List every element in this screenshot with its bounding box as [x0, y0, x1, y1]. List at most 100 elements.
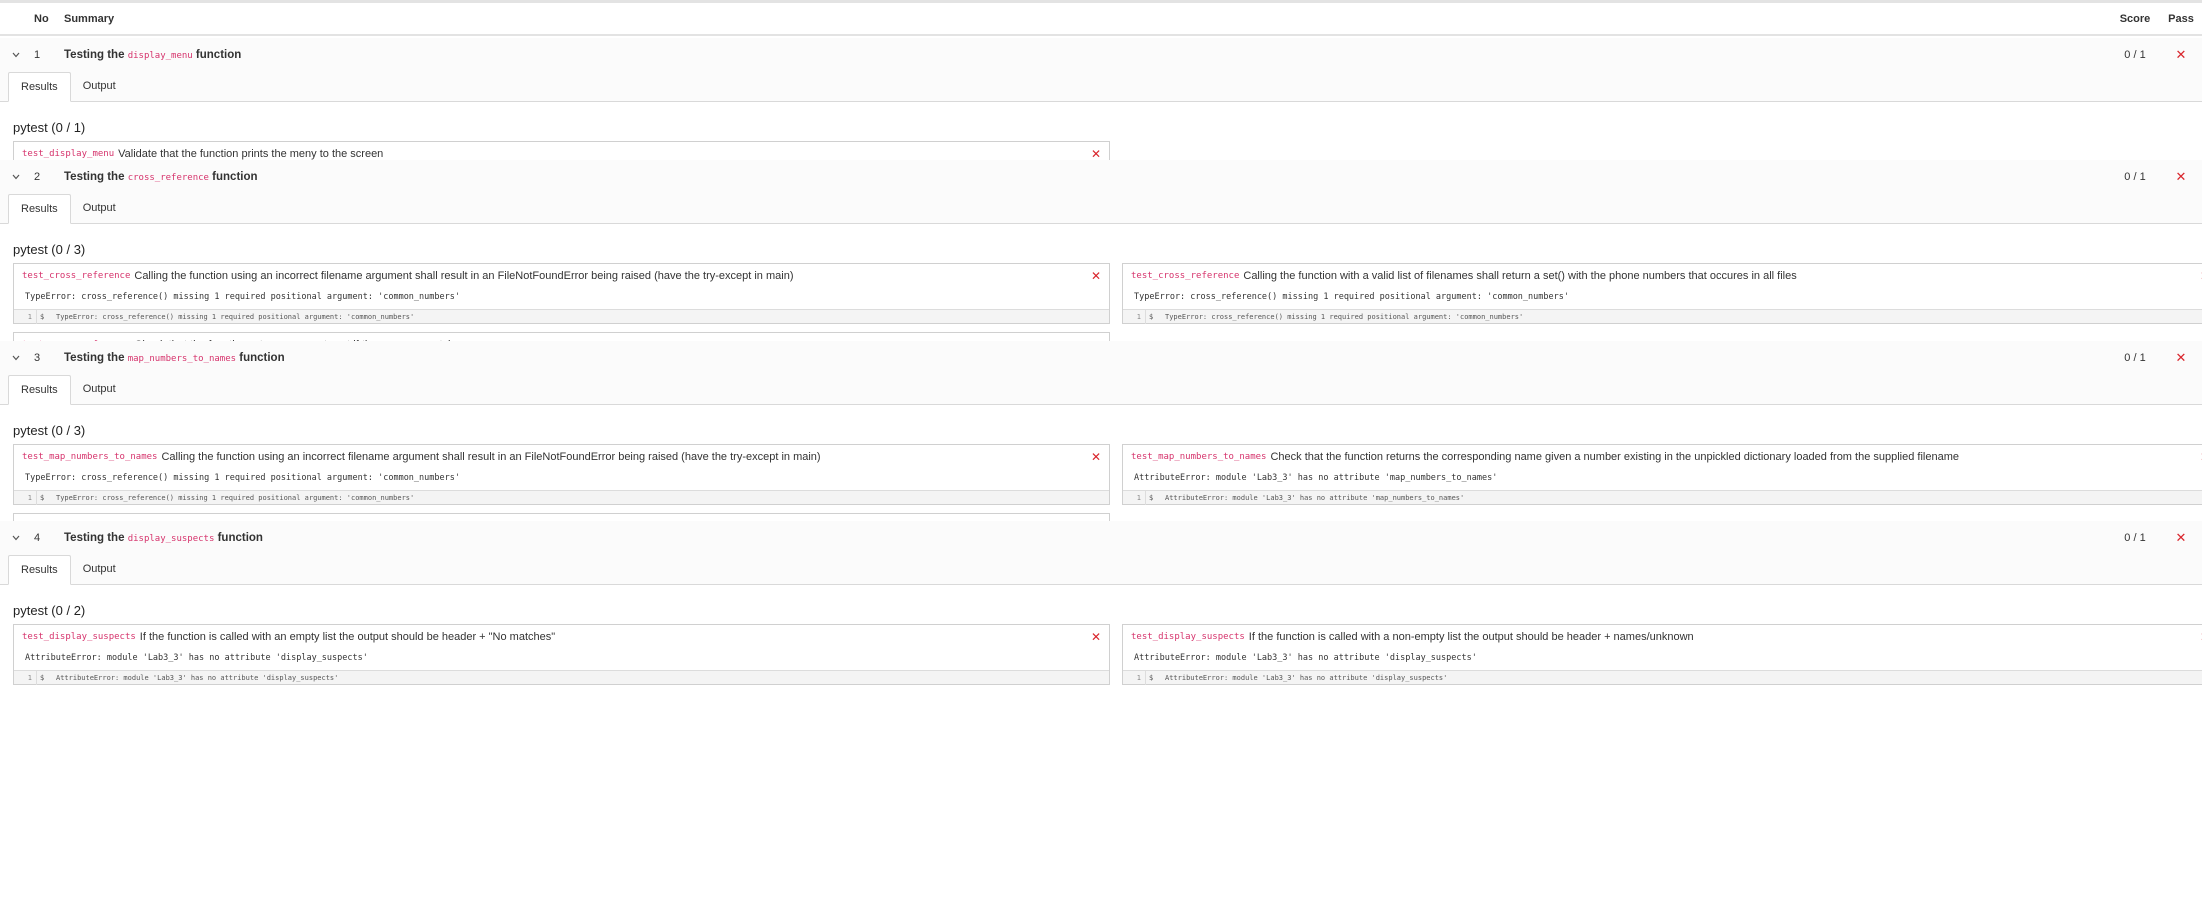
test-card: test_display_suspects If the function is … — [1122, 624, 2202, 685]
test-name: test_cross_reference — [22, 271, 131, 281]
test-description: Calling the function with a valid list o… — [1243, 270, 1797, 282]
pytest-summary: pytest (0 / 3) — [13, 242, 86, 257]
test-card-grid: test_display_suspects If the function is … — [13, 624, 2202, 685]
pytest-summary: pytest (0 / 3) — [13, 423, 86, 438]
tab-output[interactable]: Output — [71, 554, 128, 584]
tab-results[interactable]: Results — [8, 194, 71, 224]
header-score: Score — [2119, 12, 2151, 25]
trace-text: TypeError: cross_reference() missing 1 r… — [56, 312, 415, 321]
pytest-summary: pytest (0 / 1) — [13, 120, 86, 135]
error-message: TypeError: cross_reference() missing 1 r… — [25, 292, 460, 302]
error-message: AttributeError: module 'Lab3_3' has no a… — [25, 653, 368, 663]
header-no: No — [34, 12, 49, 25]
title-prefix: Testing the — [64, 49, 128, 61]
test-name: test_display_suspects — [22, 632, 136, 642]
test-section: 1 Testing the display_menu function 0 / 1 ✕… — [0, 38, 2202, 202]
chevron-down-icon[interactable] — [0, 50, 26, 61]
title-suffix: function — [214, 532, 263, 544]
test-card-header: test_display_suspects If the function is … — [14, 625, 1109, 649]
tab-results[interactable]: Results — [8, 375, 71, 405]
test-section: 4 Testing the display_suspects function 0 … — [0, 521, 2202, 685]
trace-text: AttributeError: module 'Lab3_3' has no a… — [1165, 673, 1448, 682]
test-card-header: test_map_numbers_to_namesCheck that the … — [1123, 445, 2202, 469]
prompt-symbol: $ — [1145, 490, 1165, 505]
trace-line: 1 $TypeError: cross_reference() missing 1… — [14, 490, 1109, 505]
test-description: If the function is called with an empty … — [139, 631, 556, 643]
prompt-symbol: $ — [1145, 309, 1165, 324]
test-card-header: test_map_numbers_to_names Calling the fun… — [14, 445, 1109, 469]
section-title: Testing the display_suspects function — [64, 532, 2106, 544]
tab-output[interactable]: Output — [71, 71, 128, 101]
pytest-summary: pytest (0 / 2) — [13, 603, 86, 618]
prompt-symbol: $ — [1145, 670, 1165, 685]
tab-bar: Results Output — [0, 375, 2202, 405]
section-row[interactable]: 3 Testing the map_numbers_to_names functi… — [0, 341, 2202, 375]
results-panel: pytest (0 / 2) test_display_suspects If th… — [0, 585, 2202, 685]
trace-line: 1 $AttributeError: module 'Lab3_3' has no… — [14, 670, 1109, 685]
tab-bar: Results Output — [0, 555, 2202, 585]
test-card-header: test_cross_reference Calling the function… — [14, 264, 1109, 288]
section-score: 0 / 1 — [2124, 49, 2146, 61]
tab-output[interactable]: Output — [71, 374, 128, 404]
section-number: 1 — [34, 49, 41, 61]
tab-output[interactable]: Output — [71, 193, 128, 223]
trace-line: 1 $AttributeError: module 'Lab3_3' has no… — [1123, 490, 2202, 505]
section-row[interactable]: 1 Testing the display_menu function 0 / 1 ✕ — [0, 38, 2202, 72]
section-title: Testing the cross_reference function — [64, 171, 2106, 183]
error-message: TypeError: cross_reference() missing 1 r… — [25, 473, 460, 483]
test-card: test_cross_reference Calling the function… — [1122, 263, 2202, 324]
close-icon: ✕ — [2198, 630, 2202, 644]
tab-bar: Results Output — [0, 194, 2202, 224]
chevron-down-icon[interactable] — [0, 172, 26, 183]
header-summary: Summary — [64, 12, 115, 25]
trace-text: AttributeError: module 'Lab3_3' has no a… — [1165, 493, 1465, 502]
prompt-symbol: $ — [36, 309, 56, 324]
test-name: test_map_numbers_to_names — [22, 452, 158, 462]
function-name: map_numbers_to_names — [127, 354, 237, 364]
test-card-header: test_cross_reference Calling the function… — [1123, 264, 2202, 288]
trace-line: 1 $TypeError: cross_reference() missing 1… — [1123, 309, 2202, 324]
header-pass: Pass — [2168, 12, 2194, 25]
function-name: cross_reference — [127, 173, 209, 183]
section-row[interactable]: 4 Testing the display_suspects function 0 … — [0, 521, 2202, 555]
chevron-down-icon[interactable] — [0, 353, 26, 364]
trace-line: 1 $TypeError: cross_reference() missing 1… — [14, 309, 1109, 324]
close-icon: ✕ — [2175, 350, 2187, 365]
test-name: test_map_numbers_to_names — [1131, 452, 1267, 462]
test-name: test_display_menu — [22, 149, 115, 159]
function-name: display_menu — [127, 51, 193, 61]
title-suffix: function — [208, 171, 258, 183]
error-message: AttributeError: module 'Lab3_3' has no a… — [1134, 653, 1477, 663]
line-number: 1 — [27, 673, 32, 682]
test-card: test_display_suspects If the function is … — [13, 624, 1110, 685]
section-row[interactable]: 2 Testing the cross_reference function 0 /… — [0, 160, 2202, 194]
test-description: Check that the function returns the corr… — [1270, 451, 1959, 463]
close-icon: ✕ — [1090, 630, 1102, 644]
close-icon: ✕ — [2175, 169, 2187, 184]
line-number: 1 — [27, 312, 32, 321]
test-results-page: No Summary Score Pass 1 Testing the displ… — [0, 0, 2202, 912]
close-icon: ✕ — [2198, 450, 2202, 464]
trace-line: 1 $AttributeError: module 'Lab3_3' has no… — [1123, 670, 2202, 685]
line-number: 1 — [1136, 673, 1141, 682]
table-header: No Summary Score Pass — [0, 3, 2202, 36]
section-number: 3 — [34, 352, 41, 364]
test-card: test_map_numbers_to_names Calling the fun… — [13, 444, 1110, 505]
close-icon: ✕ — [1090, 147, 1102, 161]
test-card: test_cross_reference Calling the function… — [13, 263, 1110, 324]
line-number: 1 — [1136, 493, 1141, 502]
function-name: display_suspects — [127, 534, 215, 544]
trace-text: AttributeError: module 'Lab3_3' has no a… — [56, 673, 339, 682]
test-description: Calling the function using an incorrect … — [161, 451, 821, 463]
title-suffix: function — [236, 352, 285, 364]
title-prefix: Testing the — [64, 352, 128, 364]
test-card: test_map_numbers_to_namesCheck that the … — [1122, 444, 2202, 505]
tab-results[interactable]: Results — [8, 72, 71, 102]
chevron-down-icon[interactable] — [0, 533, 26, 544]
test-card-header: test_display_suspects If the function is … — [1123, 625, 2202, 649]
close-icon: ✕ — [1090, 450, 1102, 464]
tab-results[interactable]: Results — [8, 555, 71, 585]
close-icon: ✕ — [1090, 269, 1102, 283]
line-number: 1 — [27, 493, 32, 502]
title-prefix: Testing the — [64, 171, 128, 183]
